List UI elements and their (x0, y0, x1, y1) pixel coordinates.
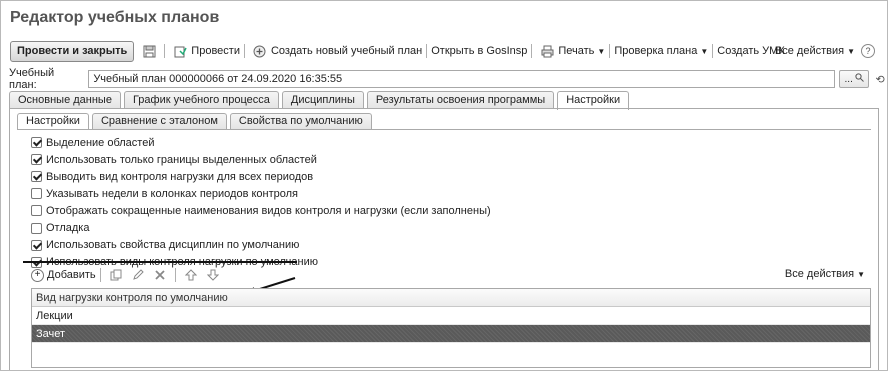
check-plan-label: Проверка плана (614, 45, 698, 57)
main-toolbar: Провести и закрыть Провести Создать новы… (10, 40, 887, 62)
checkbox[interactable] (31, 154, 42, 166)
sub-tabs: Настройки Сравнение с эталоном Свойства … (17, 113, 375, 130)
toolbar-right: Все действия ▼ ? (775, 44, 875, 58)
window-title: Редактор учебных планов (10, 9, 220, 26)
edit-icon[interactable] (131, 268, 145, 282)
ellipsis-label: ... (844, 73, 853, 85)
grid-all-actions-menu[interactable]: Все действия ▼ (785, 268, 865, 280)
checkbox[interactable] (31, 205, 42, 217)
editor-window: Редактор учебных планов Провести и закры… (0, 0, 888, 371)
setting-label: Отладка (46, 222, 90, 235)
plan-label: Учебный план: (9, 67, 55, 91)
copy-icon[interactable] (109, 268, 123, 282)
post-icon (173, 44, 187, 58)
setting-row[interactable]: Отладка (31, 219, 491, 236)
setting-row[interactable]: Выводить вид контроля нагрузки для всех … (31, 168, 491, 185)
setting-label: Отображать сокращенные наименования видо… (46, 204, 491, 217)
setting-row[interactable]: Использовать только границы выделенных о… (31, 151, 491, 168)
setting-row[interactable]: Указывать недели в колонках периодов кон… (31, 185, 491, 202)
subtab-divider (17, 129, 871, 130)
check-plan-menu[interactable]: Проверка плана ▼ (614, 45, 708, 57)
save-icon[interactable] (142, 44, 156, 58)
subtab-defaults[interactable]: Свойства по умолчанию (229, 113, 372, 129)
create-plan-label: Создать новый учебный план (270, 45, 423, 57)
open-gosinsp-button[interactable]: Открыть в GosInsp (431, 45, 527, 57)
post-label: Провести (191, 45, 240, 57)
chevron-down-icon: ▼ (597, 46, 606, 56)
toolbar-separator (243, 44, 245, 58)
delete-icon[interactable] (153, 268, 167, 282)
help-icon[interactable]: ? (861, 44, 875, 58)
tab-results[interactable]: Результаты освоения программы (366, 91, 555, 109)
table-row[interactable]: Зачет (32, 325, 870, 343)
toolbar-separator (164, 44, 166, 58)
main-tabs: Основные данные График учебного процесса… (9, 91, 632, 110)
checkbox[interactable] (31, 137, 42, 149)
grid-toolbar: + Добавить Все действия ▼ (31, 265, 871, 285)
post-button[interactable]: Провести (169, 44, 240, 58)
annotation-underline (23, 261, 297, 263)
table-row[interactable]: Лекции (32, 307, 870, 325)
add-label: Добавить (47, 269, 96, 281)
plan-field[interactable]: Учебный план 000000066 от 24.09.2020 16:… (88, 70, 836, 88)
setting-row[interactable]: Отображать сокращенные наименования видо… (31, 202, 491, 219)
subtab-settings[interactable]: Настройки (17, 113, 89, 130)
post-and-close-button[interactable]: Провести и закрыть (10, 40, 135, 62)
toolbar-separator (174, 268, 176, 282)
add-circle-icon (253, 44, 267, 58)
toolbar-separator (531, 44, 533, 58)
create-plan-button[interactable]: Создать новый учебный план (249, 44, 422, 58)
tab-schedule[interactable]: График учебного процесса (123, 91, 279, 109)
checkbox[interactable] (31, 222, 42, 234)
move-up-icon[interactable] (184, 268, 198, 282)
toolbar-separator (99, 268, 101, 282)
checkbox[interactable] (31, 239, 42, 251)
setting-label: Выделение областей (46, 136, 155, 149)
tab-main-data[interactable]: Основные данные (9, 91, 121, 109)
move-down-icon[interactable] (206, 268, 220, 282)
subtab-compare[interactable]: Сравнение с эталоном (91, 113, 227, 129)
printer-icon (540, 44, 554, 58)
setting-label: Выводить вид контроля нагрузки для всех … (46, 170, 314, 183)
chevron-down-icon: ▼ (847, 46, 855, 56)
setting-row[interactable]: Использовать свойства дисциплин по умолч… (31, 237, 491, 254)
setting-label: Использовать свойства дисциплин по умолч… (46, 239, 300, 252)
checkbox[interactable] (31, 171, 42, 183)
tab-disciplines[interactable]: Дисциплины (281, 91, 364, 109)
search-icon (855, 73, 864, 85)
print-label: Печать (558, 45, 595, 57)
settings-checkbox-list: Выделение областей Использовать только г… (31, 134, 491, 271)
plan-row: Учебный план: Учебный план 000000066 от … (1, 67, 887, 91)
checkbox[interactable] (31, 188, 42, 200)
setting-row[interactable]: Выделение областей (31, 134, 491, 151)
toolbar-separator (609, 44, 611, 58)
grid-column-header[interactable]: Вид нагрузки контроля по умолчанию (32, 289, 870, 307)
toolbar-separator (426, 44, 428, 58)
setting-label: Указывать недели в колонках периодов кон… (46, 187, 299, 200)
all-actions-label: Все действия (774, 45, 845, 57)
chevron-down-icon: ▼ (857, 269, 865, 279)
control-types-grid: Вид нагрузки контроля по умолчанию Лекци… (31, 288, 871, 368)
toolbar-separator (712, 44, 714, 58)
plan-select-button[interactable]: ... (839, 70, 870, 88)
add-button[interactable]: + Добавить (31, 268, 96, 282)
refresh-icon[interactable]: ⟲ (873, 70, 887, 88)
all-actions-menu[interactable]: Все действия ▼ (775, 45, 855, 57)
add-circle-icon: + (31, 268, 44, 282)
print-menu[interactable]: Печать ▼ (536, 44, 605, 58)
grid-all-actions-label: Все действия (784, 268, 855, 280)
setting-label: Использовать только границы выделенных о… (46, 153, 317, 166)
chevron-down-icon: ▼ (700, 46, 709, 56)
